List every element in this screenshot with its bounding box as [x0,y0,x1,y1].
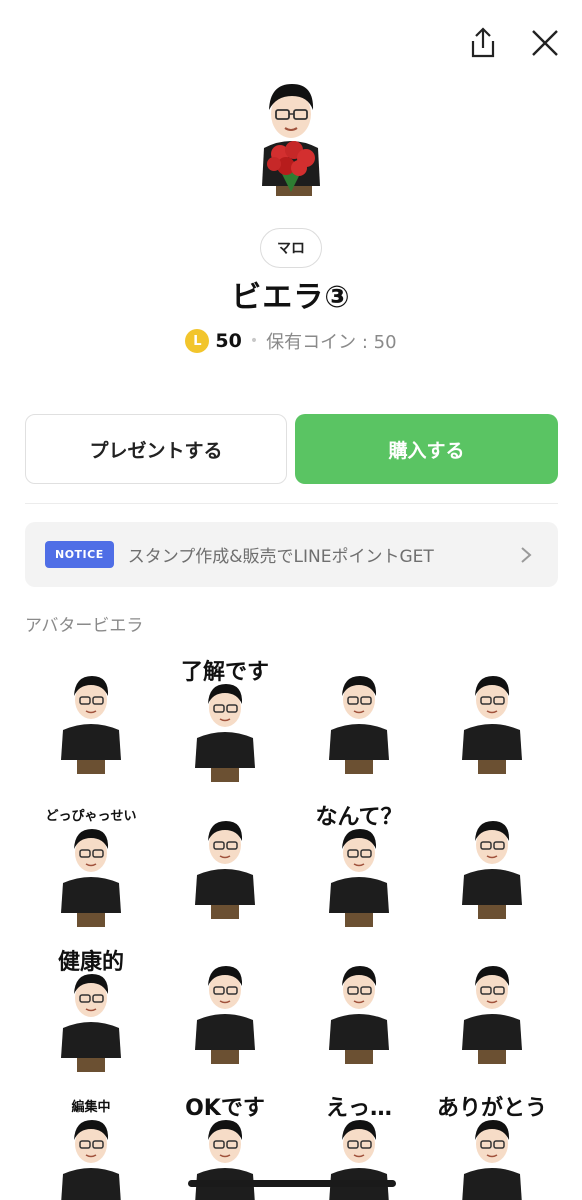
owned-coins: 保有コイン : 50 [266,332,397,353]
sticker-item[interactable] [426,652,558,792]
share-icon[interactable] [466,26,500,60]
top-bar [0,0,582,80]
notice-banner[interactable]: NOTICE スタンプ作成&販売でLINEポイントGET [25,522,558,587]
sticker-item[interactable]: どっぴゃっせい [25,797,157,937]
sticker-avatar-image [61,676,121,774]
notice-badge: NOTICE [45,541,114,568]
sticker-caption: えっ… [325,1096,392,1121]
sticker-caption: ありがとう [436,1096,547,1121]
divider [25,503,558,504]
sticker-avatar-image [195,966,255,1064]
price-row: L 50 • 保有コイン : 50 [0,328,582,354]
sticker-item[interactable]: 健康的 [25,942,157,1082]
sticker-item[interactable]: ありがとう [426,1088,558,1200]
price-value: 50 [215,330,242,352]
sticker-item[interactable] [293,942,425,1082]
sticker-item[interactable] [25,652,157,792]
separator-dot: • [249,333,259,349]
sticker-avatar-image [462,966,522,1064]
sticker-item[interactable] [293,652,425,792]
sticker-item[interactable] [426,797,558,937]
sticker-avatar-image [329,966,389,1064]
section-title: アバタービエラ [25,616,144,636]
sticker-caption: 健康的 [57,950,124,975]
line-coin-icon: L [185,329,210,353]
home-indicator [188,1180,396,1187]
sticker-avatar-image [195,821,255,919]
sticker-item[interactable] [159,942,291,1082]
sticker-item[interactable]: 了解です [159,652,291,792]
sticker-caption: なんて？ [315,805,403,830]
sticker-avatar-image [329,676,389,774]
sticker-caption: 編集中 [71,1100,111,1115]
gift-button[interactable]: プレゼントする [25,414,287,484]
sticker-avatar-image [462,821,522,919]
sticker-item[interactable]: なんて？ [293,797,425,937]
sticker-item[interactable] [426,942,558,1082]
sticker-caption: OKです [185,1096,265,1121]
buy-button[interactable]: 購入する [295,414,558,484]
close-icon[interactable] [528,26,562,60]
sticker-caption: どっぴゃっせい [45,809,137,824]
sticker-avatar-image [462,676,522,774]
notice-text: スタンプ作成&販売でLINEポイントGET [127,547,434,567]
sticker-item[interactable]: 編集中 [25,1088,157,1200]
sticker-title: ビエラ③ [231,280,351,315]
main-sticker-image [236,70,346,208]
sticker-caption: 了解です [180,660,269,685]
sticker-item[interactable] [159,797,291,937]
chevron-right-icon [521,546,532,563]
author-chip[interactable]: マロ [260,228,322,268]
